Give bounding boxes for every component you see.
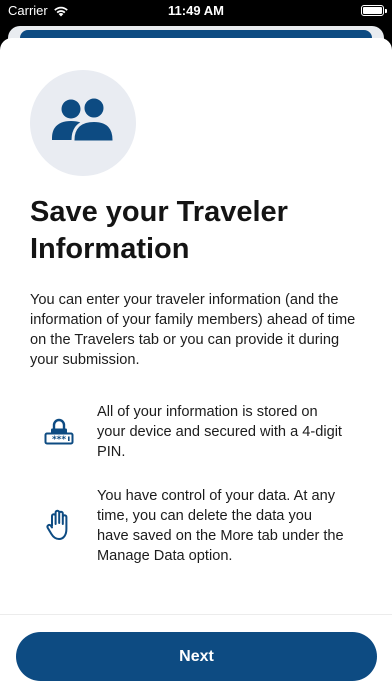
hand-stop-icon bbox=[46, 509, 68, 540]
feature-text-pin: All of your information is stored on you… bbox=[97, 404, 342, 460]
battery-icon bbox=[361, 5, 387, 16]
intro-text: You can enter your traveler information … bbox=[30, 292, 356, 368]
svg-text:***: *** bbox=[52, 435, 66, 445]
people-icon bbox=[52, 96, 116, 144]
hero-circle bbox=[30, 70, 136, 176]
status-time: 11:49 AM bbox=[168, 3, 224, 18]
feature-text-control: You have control of your data. At any ti… bbox=[97, 488, 344, 564]
lock-pin-icon: *** bbox=[44, 418, 74, 445]
status-bar: Carrier 11:49 AM bbox=[0, 0, 392, 22]
page-title: Save your Traveler Information bbox=[30, 196, 288, 265]
footer-divider bbox=[0, 614, 392, 615]
next-button[interactable]: Next bbox=[16, 632, 377, 681]
onboarding-sheet: Save your Traveler Information You can e… bbox=[0, 38, 392, 696]
